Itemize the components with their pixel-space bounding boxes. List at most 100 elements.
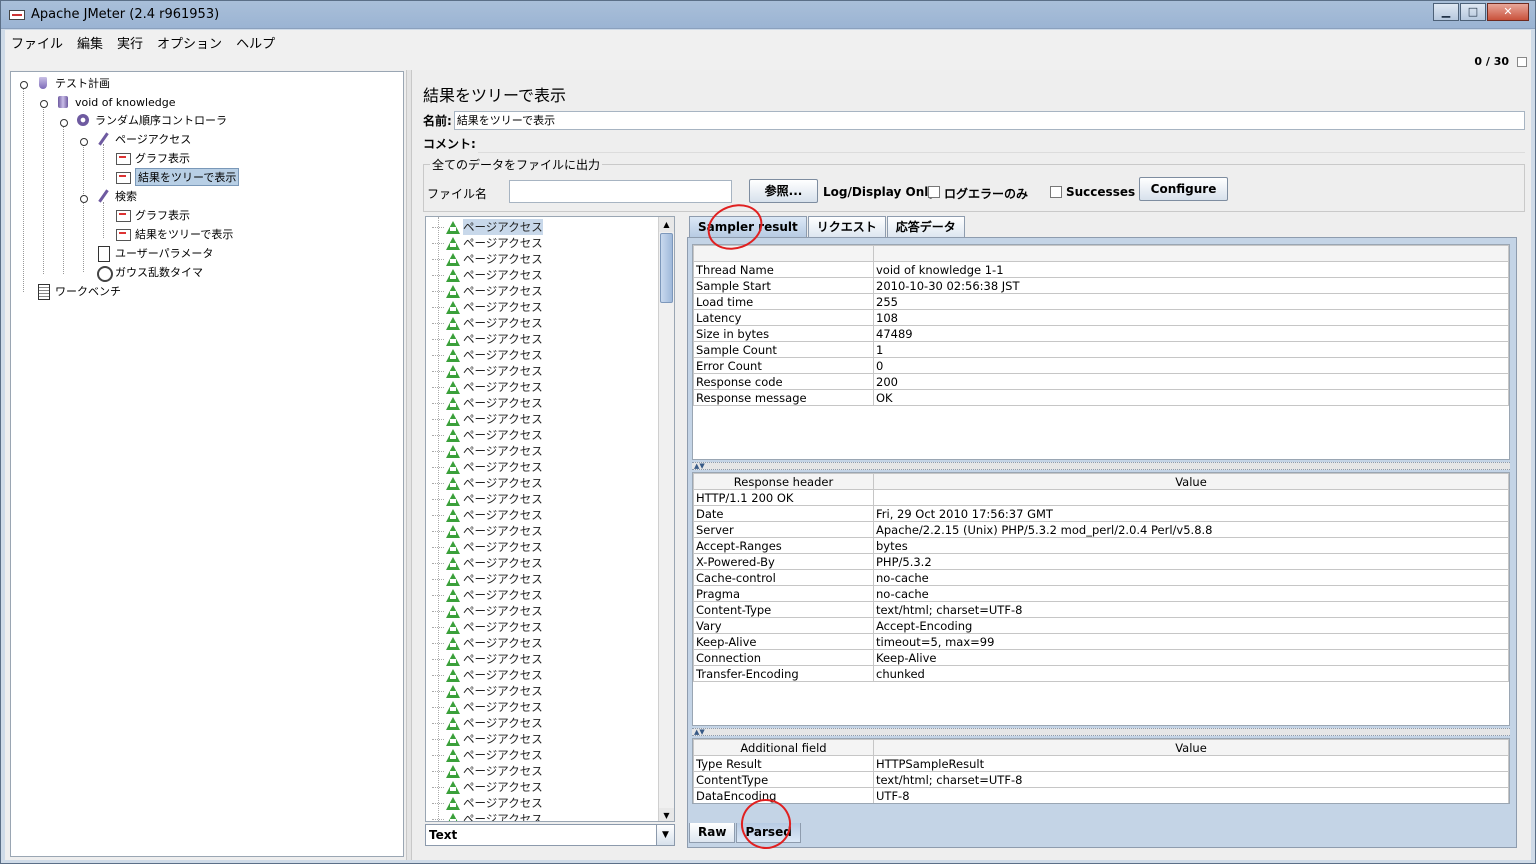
test-plan-tree[interactable]: テスト計画 void of knowledge ランダム順序コントローラ ページ… (10, 71, 404, 857)
successes-label[interactable]: Successes (1066, 185, 1135, 199)
comment-input[interactable] (477, 133, 1525, 153)
table-row[interactable]: Load time 255 (693, 293, 1509, 310)
list-item[interactable]: ページアクセス (432, 315, 543, 331)
list-item[interactable]: ページアクセス (432, 507, 543, 523)
list-item[interactable]: ページアクセス (432, 715, 543, 731)
table-row[interactable]: Keep-Alive timeout=5, max=99 (693, 633, 1509, 650)
maximize-button[interactable]: □ (1460, 3, 1486, 21)
column-header[interactable]: Value (873, 473, 1509, 490)
tree-node-page-access[interactable]: ページアクセス (95, 130, 191, 148)
table-row[interactable]: Latency 108 (693, 309, 1509, 326)
configure-button[interactable]: Configure (1139, 177, 1228, 201)
menu-options[interactable]: オプション (157, 33, 222, 52)
split-divider[interactable]: ▲▼ (692, 462, 1510, 470)
table-row[interactable]: Connection Keep-Alive (693, 649, 1509, 666)
table-row[interactable]: HTTP/1.1 200 OK (693, 489, 1509, 506)
list-item[interactable]: ページアクセス (432, 283, 543, 299)
errors-only-label[interactable]: ログエラーのみ (944, 185, 1028, 202)
list-item[interactable]: ページアクセス (432, 699, 543, 715)
list-item[interactable]: ページアクセス (432, 251, 543, 267)
minimize-button[interactable]: ▁ (1433, 3, 1459, 21)
errors-only-checkbox[interactable] (928, 186, 940, 198)
table-row[interactable]: Sample Start 2010-10-30 02:56:38 JST (693, 277, 1509, 294)
title-bar[interactable]: Apache JMeter (2.4 r961953) ▁ □ ✕ (1, 1, 1535, 29)
table-row[interactable]: Response code 200 (693, 373, 1509, 390)
tab-parsed[interactable]: Parsed (736, 823, 801, 843)
vertical-scrollbar[interactable]: ▲ ▼ (658, 217, 674, 821)
list-item[interactable]: ページアクセス (432, 235, 543, 251)
list-item[interactable]: ページアクセス (432, 523, 543, 539)
table-row[interactable]: Vary Accept-Encoding (693, 617, 1509, 634)
close-button[interactable]: ✕ (1487, 3, 1529, 21)
table-row[interactable]: Size in bytes 47489 (693, 325, 1509, 342)
list-item[interactable]: ページアクセス (432, 635, 543, 651)
list-item[interactable]: ページアクセス (432, 779, 543, 795)
list-item[interactable]: ページアクセス (432, 651, 543, 667)
table-row[interactable]: Cache-control no-cache (693, 569, 1509, 586)
chevron-down-icon[interactable]: ▼ (656, 825, 674, 845)
menu-run[interactable]: 実行 (117, 33, 143, 52)
table-row[interactable]: X-Powered-By PHP/5.3.2 (693, 553, 1509, 570)
tree-node-graph-1[interactable]: グラフ表示 (115, 149, 190, 167)
list-item[interactable]: ページアクセス (432, 571, 543, 587)
tab-raw[interactable]: Raw (689, 823, 736, 843)
expand-toggle[interactable] (80, 193, 88, 203)
list-item[interactable]: ページアクセス (432, 539, 543, 555)
tree-node-graph-2[interactable]: グラフ表示 (115, 206, 190, 224)
list-item[interactable]: ページアクセス (432, 219, 543, 235)
scroll-thumb[interactable] (660, 233, 673, 303)
tab-response-data[interactable]: 応答データ (886, 216, 965, 237)
list-item[interactable]: ページアクセス (432, 603, 543, 619)
tab-sampler-result[interactable]: Sampler result (689, 216, 807, 237)
tree-node-view-results-tree-2[interactable]: 結果をツリーで表示 (115, 225, 233, 243)
table-row[interactable]: Response message OK (693, 389, 1509, 406)
list-item[interactable]: ページアクセス (432, 747, 543, 763)
table-row[interactable]: Pragma no-cache (693, 585, 1509, 602)
tree-node-user-parameters[interactable]: ユーザーパラメータ (95, 244, 213, 262)
split-divider[interactable]: ▲▼ (692, 728, 1510, 736)
table-row[interactable]: Date Fri, 29 Oct 2010 17:56:37 GMT (693, 505, 1509, 522)
list-item[interactable]: ページアクセス (432, 299, 543, 315)
panel-splitter[interactable] (406, 70, 412, 860)
filename-input[interactable] (509, 180, 732, 203)
table-row[interactable]: Thread Name void of knowledge 1-1 (693, 261, 1509, 278)
list-item[interactable]: ページアクセス (432, 811, 543, 821)
tree-node-view-results-tree-1[interactable]: 結果をツリーで表示 (115, 168, 240, 186)
list-item[interactable]: ページアクセス (432, 475, 543, 491)
renderer-select[interactable]: Text ▼ (425, 824, 675, 846)
table-row[interactable]: Error Count 0 (693, 357, 1509, 374)
tree-node-search[interactable]: 検索 (95, 187, 137, 205)
list-item[interactable]: ページアクセス (432, 491, 543, 507)
table-row[interactable]: Sample Count 1 (693, 341, 1509, 358)
list-item[interactable]: ページアクセス (432, 267, 543, 283)
tree-node-thread-group[interactable]: void of knowledge (55, 93, 176, 111)
table-row[interactable]: ContentType text/html; charset=UTF-8 (693, 771, 1509, 788)
table-row[interactable]: DataEncoding UTF-8 (693, 787, 1509, 803)
menu-file[interactable]: ファイル (11, 33, 63, 52)
tree-node-test-plan[interactable]: テスト計画 (35, 74, 110, 92)
tree-node-workbench[interactable]: ワークベンチ (35, 282, 121, 300)
list-item[interactable]: ページアクセス (432, 427, 543, 443)
list-item[interactable]: ページアクセス (432, 363, 543, 379)
tab-request[interactable]: リクエスト (807, 216, 886, 237)
list-item[interactable]: ページアクセス (432, 619, 543, 635)
scroll-up-icon[interactable]: ▲ (659, 217, 674, 232)
table-row[interactable]: Server Apache/2.2.15 (Unix) PHP/5.3.2 mod… (693, 521, 1509, 538)
tree-node-random-controller[interactable]: ランダム順序コントローラ (75, 111, 227, 129)
table-row[interactable]: Transfer-Encoding chunked (693, 665, 1509, 682)
list-item[interactable]: ページアクセス (432, 795, 543, 811)
list-item[interactable]: ページアクセス (432, 555, 543, 571)
menu-help[interactable]: ヘルプ (236, 33, 275, 52)
list-item[interactable]: ページアクセス (432, 587, 543, 603)
column-header[interactable]: Response header (693, 473, 874, 490)
list-item[interactable]: ページアクセス (432, 731, 543, 747)
column-header[interactable]: Value (873, 739, 1509, 756)
list-item[interactable]: ページアクセス (432, 763, 543, 779)
table-row[interactable]: Type Result HTTPSampleResult (693, 755, 1509, 772)
expand-toggle[interactable] (20, 79, 28, 89)
column-header[interactable]: Additional field (693, 739, 874, 756)
list-item[interactable]: ページアクセス (432, 411, 543, 427)
table-row[interactable]: Accept-Ranges bytes (693, 537, 1509, 554)
list-item[interactable]: ページアクセス (432, 443, 543, 459)
list-item[interactable]: ページアクセス (432, 331, 543, 347)
